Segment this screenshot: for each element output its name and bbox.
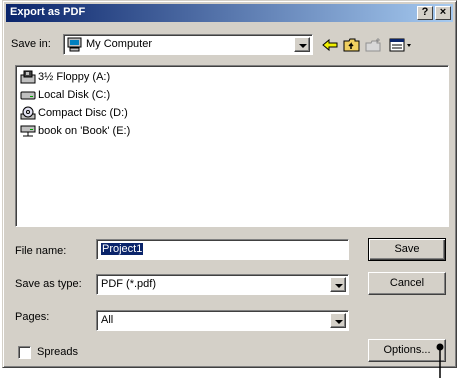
save-as-type-label: Save as type: [15,278,82,290]
file-item-label: Local Disk (C:) [38,89,111,101]
save-in-combo[interactable]: My Computer [63,34,313,55]
list-item[interactable]: 3½ Floppy (A:) [20,69,110,85]
export-pdf-dialog: Export as PDF ? × Save in: My Computer 3… [2,0,457,368]
save-as-type-dropdown-button[interactable] [330,277,346,292]
new-folder-icon[interactable] [365,37,383,53]
save-in-label: Save in: [11,38,51,50]
help-button[interactable]: ? [417,6,433,20]
network-drive-icon [20,125,36,137]
list-item[interactable]: Compact Disc (D:) [20,105,128,121]
pages-label: Pages: [15,311,50,323]
save-as-type-combo[interactable]: PDF (*.pdf) [96,274,349,295]
dialog-title: Export as PDF [10,6,86,18]
cd-drive-icon [20,106,36,120]
spreads-checkbox[interactable] [18,346,31,359]
cancel-button[interactable]: Cancel [368,272,446,295]
pages-dropdown-button[interactable] [330,313,346,328]
title-bar[interactable]: Export as PDF ? × [6,4,453,22]
file-name-input[interactable]: Project1 [96,239,349,260]
file-item-label: Compact Disc (D:) [38,107,128,119]
save-button[interactable]: Save [368,238,446,261]
up-folder-icon[interactable] [343,37,361,53]
list-item[interactable]: book on 'Book' (E:) [20,123,130,139]
chevron-down-icon [335,284,343,288]
chevron-down-icon [335,320,343,324]
spreads-label: Spreads [37,346,78,358]
back-arrow-icon[interactable] [321,37,339,53]
file-list[interactable]: 3½ Floppy (A:) Local Disk (C:) Compact D… [15,65,449,227]
floppy-drive-icon [20,70,36,84]
file-name-value: Project1 [101,243,144,255]
file-item-label: 3½ Floppy (A:) [38,71,111,83]
pages-value: All [101,314,114,326]
close-button[interactable]: × [435,6,451,20]
chevron-down-icon [299,44,307,48]
hard-disk-icon [20,91,36,100]
file-item-label: book on 'Book' (E:) [38,125,131,137]
save-in-dropdown-button[interactable] [294,37,310,52]
file-name-label: File name: [15,245,67,257]
save-as-type-value: PDF (*.pdf) [101,278,157,290]
pages-combo[interactable]: All [96,310,349,331]
my-computer-icon [67,37,82,52]
callout-pointer [436,343,444,378]
save-in-value: My Computer [86,38,153,50]
list-item[interactable]: Local Disk (C:) [20,87,110,103]
view-menu-icon[interactable] [389,37,413,53]
